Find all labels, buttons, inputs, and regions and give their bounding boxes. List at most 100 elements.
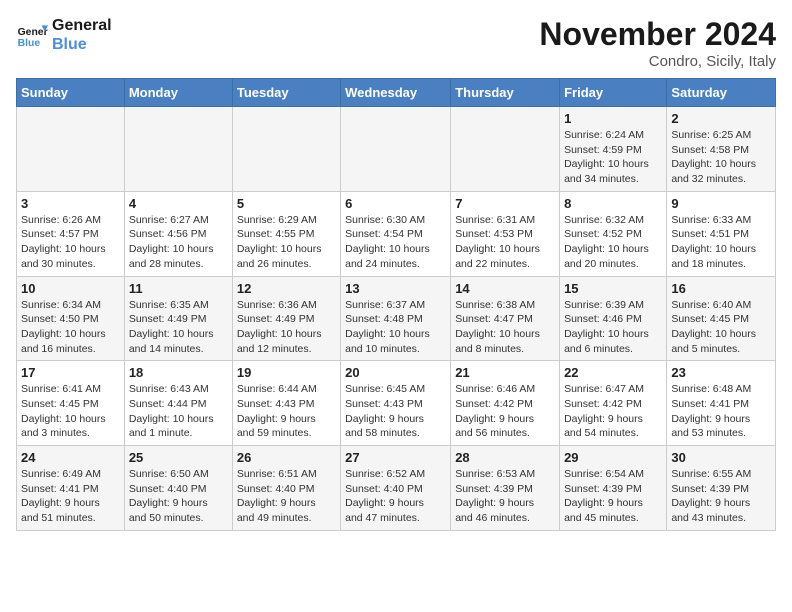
logo-icon: General Blue xyxy=(16,19,48,51)
logo-line2: Blue xyxy=(52,35,112,54)
day-number: 6 xyxy=(345,196,446,211)
calendar-cell: 27 Sunrise: 6:52 AM Sunset: 4:40 PM Dayli… xyxy=(341,446,451,531)
calendar-cell: 10 Sunrise: 6:34 AM Sunset: 4:50 PM Dayli… xyxy=(17,276,125,361)
day-number: 30 xyxy=(671,450,771,465)
column-header-monday: Monday xyxy=(124,79,232,107)
day-info: Sunrise: 6:29 AM Sunset: 4:55 PM Dayligh… xyxy=(237,213,336,272)
day-number: 29 xyxy=(564,450,662,465)
day-info: Sunrise: 6:52 AM Sunset: 4:40 PM Dayligh… xyxy=(345,467,446,526)
day-info: Sunrise: 6:33 AM Sunset: 4:51 PM Dayligh… xyxy=(671,213,771,272)
day-info: Sunrise: 6:47 AM Sunset: 4:42 PM Dayligh… xyxy=(564,382,662,441)
day-number: 15 xyxy=(564,281,662,296)
calendar-cell: 8Sunrise: 6:32 AM Sunset: 4:52 PM Daylig… xyxy=(560,191,667,276)
calendar-cell: 29 Sunrise: 6:54 AM Sunset: 4:39 PM Dayli… xyxy=(560,446,667,531)
column-header-sunday: Sunday xyxy=(17,79,125,107)
calendar-cell: 4 Sunrise: 6:27 AM Sunset: 4:56 PM Daylig… xyxy=(124,191,232,276)
day-info: Sunrise: 6:48 AM Sunset: 4:41 PM Dayligh… xyxy=(671,382,771,441)
calendar-cell: 18 Sunrise: 6:43 AM Sunset: 4:44 PM Dayli… xyxy=(124,361,232,446)
day-number: 20 xyxy=(345,365,446,380)
calendar-cell: 14Sunrise: 6:38 AM Sunset: 4:47 PM Dayli… xyxy=(451,276,560,361)
calendar-cell: 9 Sunrise: 6:33 AM Sunset: 4:51 PM Daylig… xyxy=(667,191,776,276)
day-info: Sunrise: 6:32 AM Sunset: 4:52 PM Dayligh… xyxy=(564,213,662,272)
day-number: 21 xyxy=(455,365,555,380)
calendar-cell: 6 Sunrise: 6:30 AM Sunset: 4:54 PM Daylig… xyxy=(341,191,451,276)
day-number: 18 xyxy=(129,365,228,380)
day-info: Sunrise: 6:55 AM Sunset: 4:39 PM Dayligh… xyxy=(671,467,771,526)
column-header-thursday: Thursday xyxy=(451,79,560,107)
day-info: Sunrise: 6:34 AM Sunset: 4:50 PM Dayligh… xyxy=(21,298,120,357)
day-info: Sunrise: 6:26 AM Sunset: 4:57 PM Dayligh… xyxy=(21,213,120,272)
calendar-cell: 21 Sunrise: 6:46 AM Sunset: 4:42 PM Dayli… xyxy=(451,361,560,446)
day-info: Sunrise: 6:35 AM Sunset: 4:49 PM Dayligh… xyxy=(129,298,228,357)
svg-text:Blue: Blue xyxy=(18,38,41,49)
day-number: 1 xyxy=(564,111,662,126)
day-number: 10 xyxy=(21,281,120,296)
calendar-cell: 19 Sunrise: 6:44 AM Sunset: 4:43 PM Dayli… xyxy=(232,361,340,446)
day-info: Sunrise: 6:49 AM Sunset: 4:41 PM Dayligh… xyxy=(21,467,120,526)
calendar-cell xyxy=(232,107,340,192)
day-number: 28 xyxy=(455,450,555,465)
day-number: 27 xyxy=(345,450,446,465)
calendar-cell: 3 Sunrise: 6:26 AM Sunset: 4:57 PM Daylig… xyxy=(17,191,125,276)
day-number: 2 xyxy=(671,111,771,126)
calendar-cell: 23 Sunrise: 6:48 AM Sunset: 4:41 PM Dayli… xyxy=(667,361,776,446)
day-number: 16 xyxy=(671,281,771,296)
month-title: November 2024 xyxy=(539,16,776,53)
day-info: Sunrise: 6:43 AM Sunset: 4:44 PM Dayligh… xyxy=(129,382,228,441)
calendar-cell: 28Sunrise: 6:53 AM Sunset: 4:39 PM Dayli… xyxy=(451,446,560,531)
column-header-friday: Friday xyxy=(560,79,667,107)
day-info: Sunrise: 6:38 AM Sunset: 4:47 PM Dayligh… xyxy=(455,298,555,357)
day-info: Sunrise: 6:44 AM Sunset: 4:43 PM Dayligh… xyxy=(237,382,336,441)
logo-line1: General xyxy=(52,16,112,35)
calendar-cell: 7Sunrise: 6:31 AM Sunset: 4:53 PM Daylig… xyxy=(451,191,560,276)
calendar-table: SundayMondayTuesdayWednesdayThursdayFrid… xyxy=(16,78,776,531)
day-info: Sunrise: 6:54 AM Sunset: 4:39 PM Dayligh… xyxy=(564,467,662,526)
day-number: 26 xyxy=(237,450,336,465)
day-number: 22 xyxy=(564,365,662,380)
column-header-tuesday: Tuesday xyxy=(232,79,340,107)
day-info: Sunrise: 6:46 AM Sunset: 4:42 PM Dayligh… xyxy=(455,382,555,441)
calendar-cell: 5 Sunrise: 6:29 AM Sunset: 4:55 PM Daylig… xyxy=(232,191,340,276)
calendar-cell: 12Sunrise: 6:36 AM Sunset: 4:49 PM Dayli… xyxy=(232,276,340,361)
calendar-cell xyxy=(124,107,232,192)
calendar-cell xyxy=(17,107,125,192)
day-number: 9 xyxy=(671,196,771,211)
page-header: General Blue General Blue November 2024 … xyxy=(16,16,776,70)
calendar-cell: 16 Sunrise: 6:40 AM Sunset: 4:45 PM Dayli… xyxy=(667,276,776,361)
title-block: November 2024 Condro, Sicily, Italy xyxy=(539,16,776,70)
day-number: 23 xyxy=(671,365,771,380)
calendar-cell: 13 Sunrise: 6:37 AM Sunset: 4:48 PM Dayli… xyxy=(341,276,451,361)
day-number: 5 xyxy=(237,196,336,211)
day-info: Sunrise: 6:25 AM Sunset: 4:58 PM Dayligh… xyxy=(671,128,771,187)
day-number: 17 xyxy=(21,365,120,380)
column-header-wednesday: Wednesday xyxy=(341,79,451,107)
calendar-cell: 1Sunrise: 6:24 AM Sunset: 4:59 PM Daylig… xyxy=(560,107,667,192)
day-number: 3 xyxy=(21,196,120,211)
day-number: 13 xyxy=(345,281,446,296)
day-info: Sunrise: 6:45 AM Sunset: 4:43 PM Dayligh… xyxy=(345,382,446,441)
calendar-cell: 17Sunrise: 6:41 AM Sunset: 4:45 PM Dayli… xyxy=(17,361,125,446)
calendar-cell: 15Sunrise: 6:39 AM Sunset: 4:46 PM Dayli… xyxy=(560,276,667,361)
location: Condro, Sicily, Italy xyxy=(539,53,776,70)
day-info: Sunrise: 6:37 AM Sunset: 4:48 PM Dayligh… xyxy=(345,298,446,357)
calendar-cell: 24 Sunrise: 6:49 AM Sunset: 4:41 PM Dayli… xyxy=(17,446,125,531)
calendar-cell: 11Sunrise: 6:35 AM Sunset: 4:49 PM Dayli… xyxy=(124,276,232,361)
calendar-cell xyxy=(451,107,560,192)
calendar-cell: 2 Sunrise: 6:25 AM Sunset: 4:58 PM Daylig… xyxy=(667,107,776,192)
calendar-cell: 30 Sunrise: 6:55 AM Sunset: 4:39 PM Dayli… xyxy=(667,446,776,531)
logo: General Blue General Blue xyxy=(16,16,112,54)
calendar-cell: 26 Sunrise: 6:51 AM Sunset: 4:40 PM Dayli… xyxy=(232,446,340,531)
day-info: Sunrise: 6:51 AM Sunset: 4:40 PM Dayligh… xyxy=(237,467,336,526)
day-info: Sunrise: 6:36 AM Sunset: 4:49 PM Dayligh… xyxy=(237,298,336,357)
calendar-cell: 22 Sunrise: 6:47 AM Sunset: 4:42 PM Dayli… xyxy=(560,361,667,446)
day-info: Sunrise: 6:27 AM Sunset: 4:56 PM Dayligh… xyxy=(129,213,228,272)
day-number: 19 xyxy=(237,365,336,380)
day-info: Sunrise: 6:40 AM Sunset: 4:45 PM Dayligh… xyxy=(671,298,771,357)
calendar-cell: 20 Sunrise: 6:45 AM Sunset: 4:43 PM Dayli… xyxy=(341,361,451,446)
day-number: 25 xyxy=(129,450,228,465)
column-header-saturday: Saturday xyxy=(667,79,776,107)
day-info: Sunrise: 6:30 AM Sunset: 4:54 PM Dayligh… xyxy=(345,213,446,272)
day-number: 24 xyxy=(21,450,120,465)
day-number: 7 xyxy=(455,196,555,211)
day-number: 4 xyxy=(129,196,228,211)
